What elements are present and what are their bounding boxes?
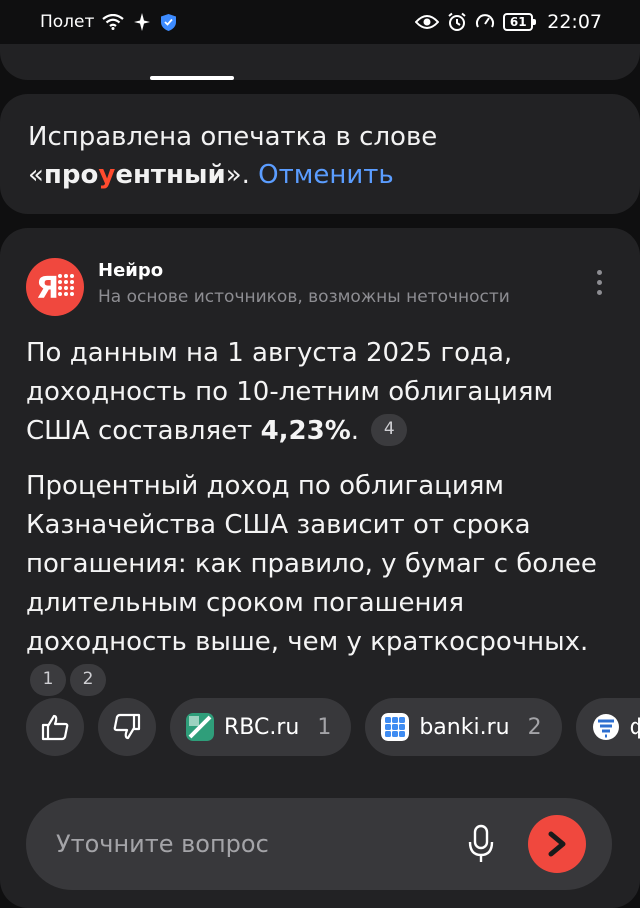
separator: . — [241, 160, 259, 190]
source-count: 1 — [317, 714, 332, 740]
undo-correction-link[interactable]: Отменить — [258, 160, 394, 190]
send-button[interactable] — [528, 815, 586, 873]
active-tab-indicator — [150, 76, 234, 80]
clock: 22:07 — [547, 11, 602, 33]
input-placeholder[interactable]: Уточните вопрос — [56, 830, 468, 858]
paragraph-2-text: Процентный доход по облигациям Казначейс… — [26, 471, 597, 657]
quote-open: « — [28, 160, 44, 190]
answer-paragraph-1: По данным на 1 августа 2025 года, доходн… — [26, 334, 612, 451]
alarm-icon — [447, 12, 467, 32]
source-name: RBC.ru — [224, 714, 300, 740]
thumbs-down-icon — [113, 713, 141, 740]
spelling-correction-card: Исправлена опечатка в слове «проуентный»… — [0, 94, 640, 214]
yield-value: 4,23% — [260, 416, 351, 446]
follow-up-input[interactable]: Уточните вопрос — [26, 798, 612, 890]
microphone-icon[interactable] — [468, 824, 494, 864]
thumbs-up-icon — [41, 714, 69, 741]
correction-text: Исправлена опечатка в слове «проуентный»… — [28, 118, 612, 194]
svg-text:Я: Я — [36, 271, 59, 304]
paragraph-1-end: . — [350, 416, 360, 446]
chevron-right-icon — [548, 831, 566, 857]
speedometer-icon — [475, 12, 495, 32]
neuro-logo-icon: Я — [26, 258, 84, 316]
answer-disclaimer: На основе источников, возможны неточност… — [98, 287, 510, 307]
shield-icon — [160, 13, 177, 32]
more-options-icon[interactable] — [597, 270, 602, 295]
answer-author: Нейро — [98, 260, 164, 281]
corrected-word: проуентный — [44, 160, 226, 190]
source-chip-3[interactable]: ф — [575, 698, 640, 756]
status-bar: Полет 61 22:07 — [0, 0, 640, 44]
battery-icon: 61 — [503, 13, 537, 31]
carrier-label: Полет — [40, 12, 95, 32]
rbc-logo-icon — [186, 713, 214, 741]
source-count: 2 — [527, 714, 542, 740]
airplane-icon — [132, 13, 152, 31]
source-name: banki.ru — [419, 714, 510, 740]
source-ref-badge[interactable]: 2 — [70, 663, 106, 696]
source-ref-badge[interactable]: 4 — [371, 413, 408, 446]
source-chip-rbc[interactable]: RBC.ru 1 — [170, 698, 352, 756]
source-ref-badge[interactable]: 1 — [30, 663, 66, 696]
source-logo-icon — [592, 714, 619, 740]
battery-level: 61 — [509, 15, 527, 29]
answer-actions-row: RBC.ru 1 banki.ru 2 ф — [26, 698, 640, 756]
eye-icon — [415, 14, 440, 30]
answer-paragraph-2: Процентный доход по облигациям Казначейс… — [26, 467, 612, 701]
quote-close: » — [225, 160, 242, 190]
highlighted-letter: у — [98, 160, 116, 190]
source-chip-banki[interactable]: banki.ru 2 — [365, 698, 562, 756]
correction-prefix: Исправлена опечатка в слове — [28, 122, 438, 152]
tab-header — [0, 44, 640, 80]
word-part-start: про — [43, 160, 99, 190]
dislike-button[interactable] — [98, 698, 156, 756]
like-button[interactable] — [26, 698, 84, 756]
answer-header: Я Нейро На основе источников, возможны н… — [26, 256, 612, 316]
source-name: ф — [629, 714, 640, 740]
word-part-end: ентный — [115, 160, 226, 190]
banki-logo-icon — [381, 713, 410, 741]
wifi-icon — [102, 14, 125, 30]
